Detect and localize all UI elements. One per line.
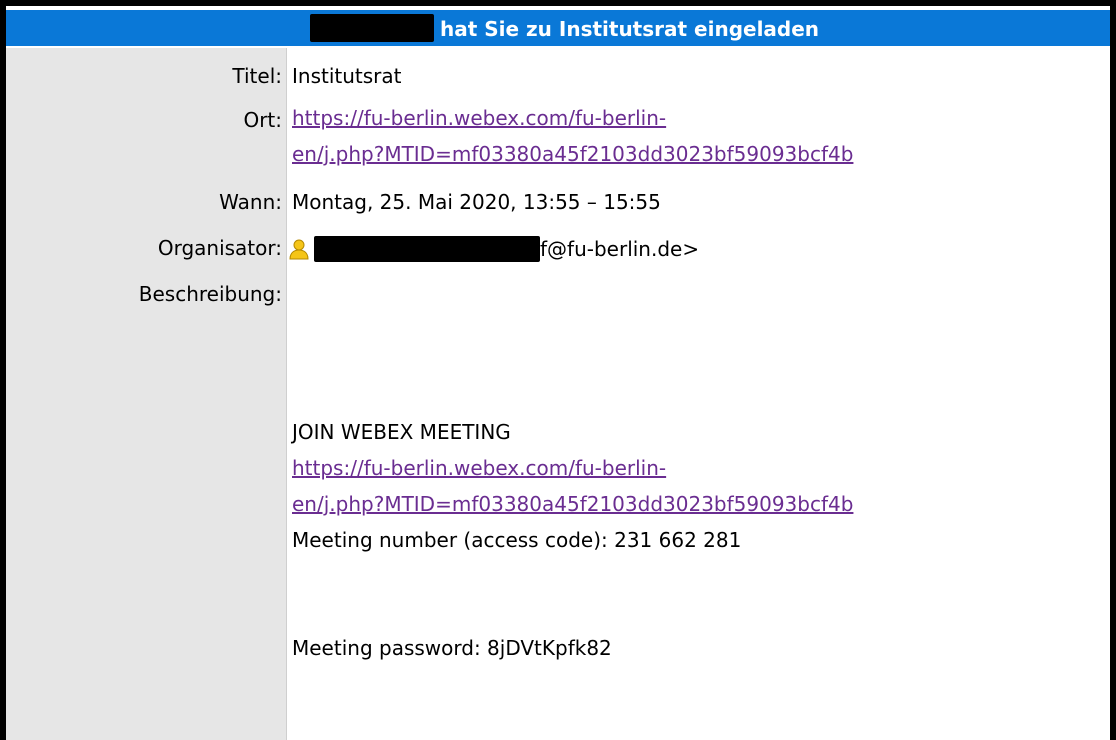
- join-heading: JOIN WEBEX MEETING: [292, 420, 511, 444]
- ort-value: https://fu-berlin.webex.com/fu-berlin- e…: [292, 100, 853, 172]
- invitation-window: hat Sie zu Institutsrat eingeladen Titel…: [0, 0, 1116, 740]
- beschreibung-label: Beschreibung:: [138, 282, 282, 306]
- description-body: JOIN WEBEX MEETING https://fu-berlin.web…: [292, 414, 853, 666]
- titel-label: Titel:: [232, 64, 282, 88]
- ort-link-line1[interactable]: https://fu-berlin.webex.com/fu-berlin-: [292, 100, 853, 136]
- organizer-email: f@fu-berlin.de>: [540, 236, 700, 261]
- wann-label: Wann:: [219, 190, 282, 214]
- field-label-column: [6, 48, 287, 740]
- spacer-line-2: [292, 594, 853, 630]
- meeting-number: Meeting number (access code): 231 662 28…: [292, 528, 742, 552]
- organisator-label: Organisator:: [157, 236, 282, 260]
- organisator-value[interactable]: f@fu-berlin.de>: [288, 232, 699, 262]
- redacted-organizer-name: [314, 235, 540, 262]
- titel-value: Institutsrat: [292, 64, 402, 88]
- person-icon: [288, 238, 310, 260]
- redacted-sender-name: [310, 14, 434, 42]
- meeting-password: Meeting password: 8jDVtKpfk82: [292, 636, 612, 660]
- join-link-line1[interactable]: https://fu-berlin.webex.com/fu-berlin-: [292, 450, 853, 486]
- invitation-header: hat Sie zu Institutsrat eingeladen: [6, 10, 1110, 48]
- invitation-title: hat Sie zu Institutsrat eingeladen: [440, 17, 820, 41]
- spacer-line-1: [292, 558, 853, 594]
- wann-value: Montag, 25. Mai 2020, 13:55 – 15:55: [292, 190, 661, 214]
- join-link-line2[interactable]: en/j.php?MTID=mf03380a45f2103dd3023bf590…: [292, 486, 853, 522]
- ort-link-line2[interactable]: en/j.php?MTID=mf03380a45f2103dd3023bf590…: [292, 136, 853, 172]
- ort-label: Ort:: [243, 108, 282, 132]
